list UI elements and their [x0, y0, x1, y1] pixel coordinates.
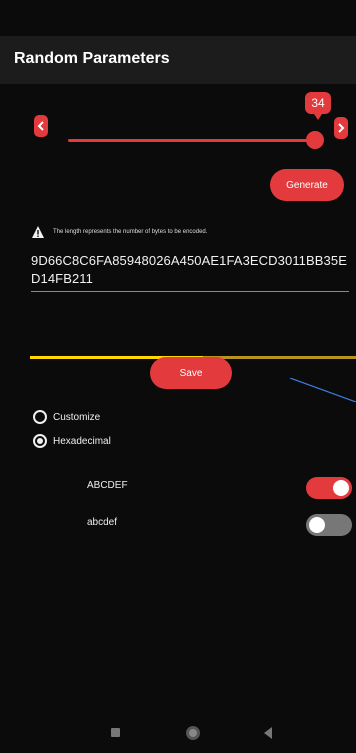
annotation-line [290, 378, 356, 402]
radio-customize-circle[interactable] [33, 410, 47, 424]
slider-value-bubble: 34 [305, 92, 331, 120]
home-icon[interactable] [186, 726, 200, 740]
chevron-right-icon [338, 123, 345, 133]
toggle-lowercase-label: abcdef [87, 517, 118, 528]
hex-output-field[interactable]: 9D66C8C6FA85948026A450AE1FA3ECD3011BB35E… [31, 252, 349, 288]
radio-hexadecimal-label: Hexadecimal [53, 435, 111, 447]
generate-button[interactable]: Generate [270, 169, 344, 201]
decrease-button[interactable] [34, 115, 48, 137]
increase-button[interactable] [334, 117, 348, 139]
toggle-uppercase-label: ABCDEF [87, 480, 128, 491]
page-title: Random Parameters [14, 50, 170, 67]
radio-customize[interactable]: Customize [33, 407, 100, 427]
status-bar [0, 0, 356, 36]
toggle-knob [309, 517, 325, 533]
warning-icon [32, 226, 44, 238]
slider-track[interactable] [68, 139, 314, 142]
radio-hexadecimal[interactable]: Hexadecimal [33, 431, 111, 451]
toggle-knob [333, 480, 349, 496]
chevron-left-icon [37, 121, 44, 131]
recents-icon[interactable] [111, 728, 120, 737]
slider-thumb[interactable] [306, 131, 324, 149]
back-icon[interactable] [264, 727, 272, 739]
toggle-uppercase[interactable] [306, 477, 352, 499]
radio-hexadecimal-circle[interactable] [33, 434, 47, 448]
radio-customize-label: Customize [53, 411, 101, 423]
navigation-bar [0, 707, 356, 753]
info-row: The length represents the number of byte… [31, 222, 351, 242]
save-button[interactable]: Save [150, 357, 232, 389]
info-text: The length represents the number of byte… [53, 229, 208, 235]
app-bar: Random Parameters [0, 36, 356, 84]
toggle-lowercase[interactable] [306, 514, 352, 536]
hex-output-underline [31, 291, 349, 292]
